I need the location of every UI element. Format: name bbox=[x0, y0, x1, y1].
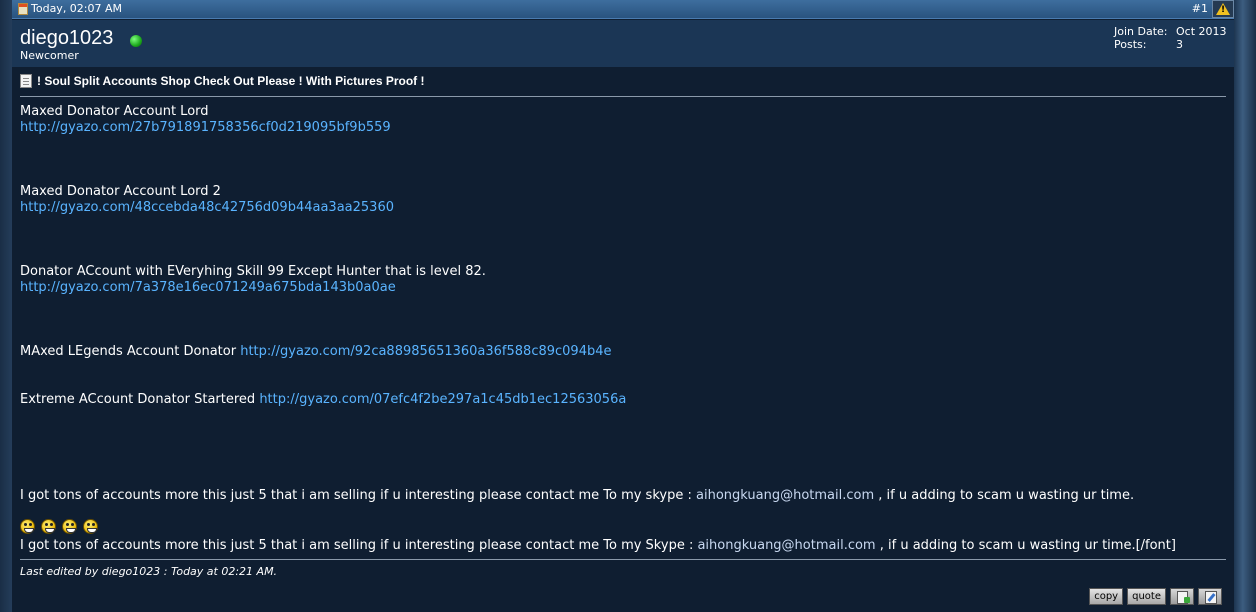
gyazo-link-5[interactable]: http://gyazo.com/07efc4f2be297a1c45db1ec… bbox=[259, 392, 626, 407]
laughing-smiley-icon bbox=[41, 519, 56, 534]
posts-label: Posts: bbox=[1114, 38, 1147, 51]
account-line-5-text: Extreme ACcount Donator Startered bbox=[20, 392, 256, 407]
skype-email-1: aihongkuang@hotmail.com bbox=[696, 488, 875, 503]
document-icon bbox=[20, 74, 32, 88]
copy-button[interactable]: copy bbox=[1089, 588, 1124, 605]
account-link-row-2: http://gyazo.com/48ccebda48c42756d09b44a… bbox=[20, 200, 394, 216]
account-link-row-1: http://gyazo.com/27b791891758356cf0d2190… bbox=[20, 120, 391, 136]
contact-suffix-2: , if u adding to scam u wasting ur time.… bbox=[879, 538, 1176, 553]
contact-suffix-1: , if u adding to scam u wasting ur time. bbox=[878, 488, 1135, 503]
laughing-smiley-icon bbox=[20, 519, 35, 534]
edit-divider bbox=[20, 559, 1226, 560]
page-scrollbar[interactable] bbox=[1234, 0, 1256, 612]
gyazo-link-3[interactable]: http://gyazo.com/7a378e16ec071249a675bda… bbox=[20, 280, 396, 295]
contact-line-2: I got tons of accounts more this just 5 … bbox=[20, 538, 1176, 554]
post-number-link[interactable]: #1 bbox=[1192, 1, 1208, 17]
skype-email-2: aihongkuang@hotmail.com bbox=[697, 538, 876, 553]
contact-text-1: I got tons of accounts more this just 5 … bbox=[20, 488, 692, 503]
join-date-label: Join Date: bbox=[1114, 25, 1168, 38]
title-divider bbox=[20, 96, 1226, 97]
laughing-smiley-icon bbox=[62, 519, 77, 534]
account-line-4: MAxed LEgends Account Donator http://gya… bbox=[20, 344, 612, 360]
gyazo-link-4[interactable]: http://gyazo.com/92ca88985651360a36f588c… bbox=[240, 344, 611, 359]
post-date: Today, 02:07 AM bbox=[31, 2, 123, 15]
gyazo-link-2[interactable]: http://gyazo.com/48ccebda48c42756d09b44a… bbox=[20, 200, 394, 215]
post-date-bar: Today, 02:07 AM #1 bbox=[12, 0, 1234, 19]
quote-button[interactable]: quote bbox=[1127, 588, 1166, 605]
user-stats: Join Date: Oct 2013 Posts: 3 bbox=[1114, 25, 1227, 51]
post-actions: copy quote bbox=[1089, 588, 1222, 605]
account-line-2: Maxed Donator Account Lord 2 bbox=[20, 184, 221, 199]
account-line-5: Extreme ACcount Donator Startered http:/… bbox=[20, 392, 626, 408]
multi-quote-icon[interactable] bbox=[1170, 588, 1194, 605]
left-frame-edge bbox=[0, 0, 12, 612]
posts-count: 3 bbox=[1176, 38, 1183, 51]
account-line-3: Donator ACcount with EVeryhing Skill 99 … bbox=[20, 264, 486, 279]
laughing-smiley-icon bbox=[83, 519, 98, 534]
post-new-icon bbox=[18, 3, 28, 15]
account-line-1: Maxed Donator Account Lord bbox=[20, 104, 209, 119]
contact-line-1: I got tons of accounts more this just 5 … bbox=[20, 488, 1134, 504]
gyazo-link-1[interactable]: http://gyazo.com/27b791891758356cf0d2190… bbox=[20, 120, 391, 135]
edit-post-icon[interactable] bbox=[1198, 588, 1222, 605]
last-edited-note: Last edited by diego1023 : Today at 02:2… bbox=[20, 565, 278, 578]
username-link[interactable]: diego1023 bbox=[20, 26, 113, 50]
post-title: ! Soul Split Accounts Shop Check Out Ple… bbox=[37, 74, 425, 88]
account-link-row-3: http://gyazo.com/7a378e16ec071249a675bda… bbox=[20, 280, 396, 296]
report-post-icon[interactable] bbox=[1212, 0, 1234, 18]
smilies-row bbox=[20, 519, 98, 534]
user-info-bar: diego1023 Newcomer Join Date: Oct 2013 P… bbox=[12, 20, 1234, 67]
user-rank: Newcomer bbox=[20, 49, 79, 62]
join-date-value: Oct 2013 bbox=[1176, 25, 1227, 38]
contact-text-2: I got tons of accounts more this just 5 … bbox=[20, 538, 694, 553]
forum-post: Today, 02:07 AM #1 diego1023 Newcomer Jo… bbox=[12, 0, 1234, 612]
account-line-4-text: MAxed LEgends Account Donator bbox=[20, 344, 237, 359]
online-status-icon bbox=[130, 35, 142, 47]
post-title-row: ! Soul Split Accounts Shop Check Out Ple… bbox=[20, 73, 425, 89]
